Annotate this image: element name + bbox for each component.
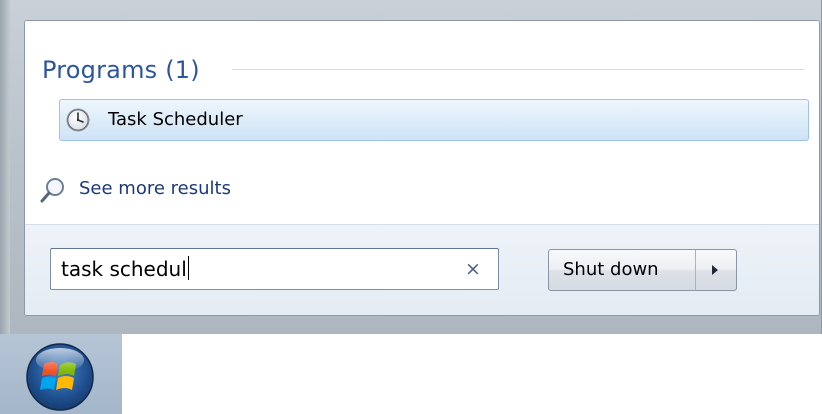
shutdown-button[interactable]: Shut down: [549, 250, 696, 290]
results-area: Programs (1) Task Scheduler See more res…: [25, 21, 819, 224]
search-input[interactable]: task schedul: [61, 256, 189, 281]
windows-start-orb-icon[interactable]: [22, 340, 98, 412]
clock-icon: [66, 108, 90, 132]
shutdown-split-button: Shut down: [548, 249, 737, 291]
search-input-value: task schedul: [61, 257, 187, 281]
desktop: Programs (1) Task Scheduler See more res…: [0, 0, 822, 414]
see-more-results-label: See more results: [79, 178, 231, 199]
text-caret: [187, 256, 189, 280]
search-results-panel: Programs (1) Task Scheduler See more res…: [24, 20, 820, 316]
group-divider: [232, 69, 804, 70]
magnifier-icon: [40, 178, 64, 203]
program-result-label: Task Scheduler: [108, 109, 243, 130]
programs-group-header: Programs (1): [42, 56, 200, 84]
start-menu: Programs (1) Task Scheduler See more res…: [0, 0, 822, 334]
program-result-task-scheduler[interactable]: Task Scheduler: [59, 99, 809, 141]
shutdown-options-button[interactable]: [697, 250, 736, 290]
search-box[interactable]: task schedul ×: [50, 248, 499, 290]
shutdown-label: Shut down: [563, 259, 659, 280]
triangle-right-icon: [712, 265, 718, 275]
clear-search-button[interactable]: ×: [462, 257, 484, 281]
start-menu-edge: [0, 0, 10, 334]
